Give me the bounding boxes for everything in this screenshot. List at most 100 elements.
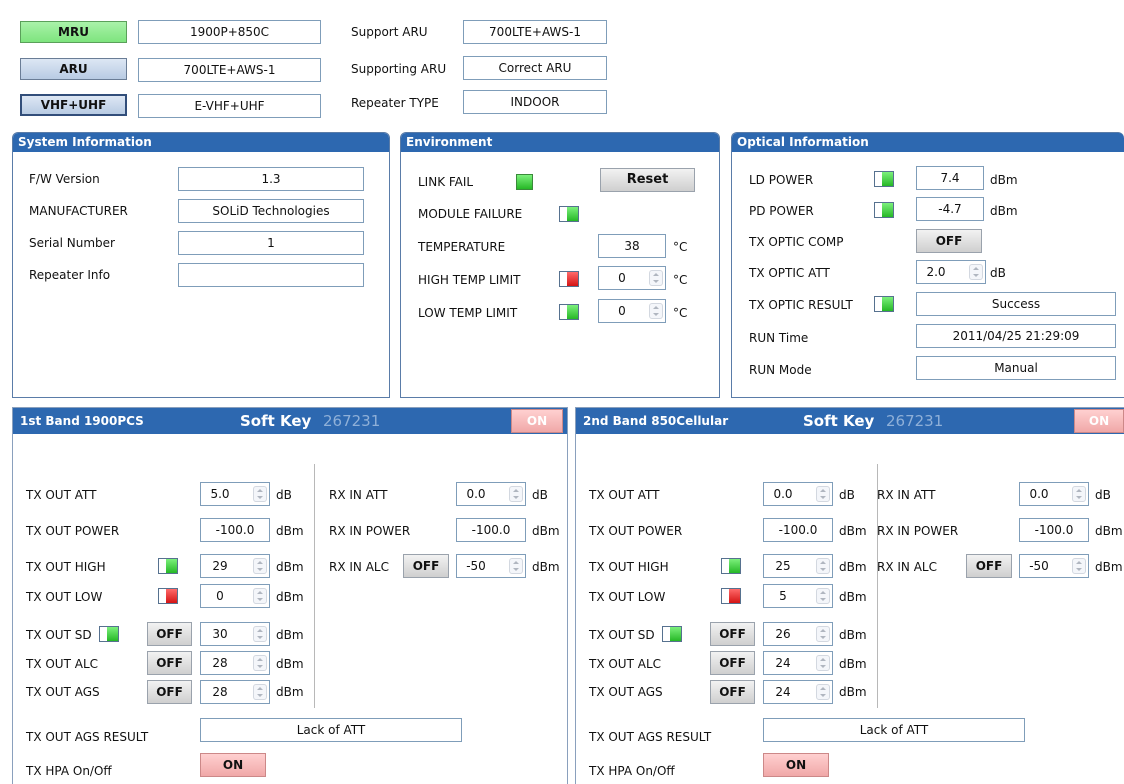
support-aru-value: 700LTE+AWS-1 — [463, 20, 607, 44]
tx-out-alc-button[interactable]: OFF — [710, 651, 755, 675]
tx-hpa-on-button[interactable]: ON — [763, 753, 829, 777]
band-2-title: 2nd Band 850Cellular — [583, 414, 729, 428]
spin-arrows-icon[interactable] — [816, 626, 830, 642]
tx-out-high-led-icon[interactable] — [721, 558, 741, 574]
repeater-type-value: INDOOR — [463, 90, 607, 114]
low-temp-led-icon[interactable] — [559, 304, 579, 320]
tx-out-sd-stepper[interactable]: 30 — [200, 622, 270, 646]
tx-optic-result-led-icon[interactable] — [874, 296, 894, 312]
spin-arrows-icon[interactable] — [253, 588, 267, 604]
temperature-unit: °C — [673, 240, 688, 254]
band-2-on-button[interactable]: ON — [1074, 409, 1124, 433]
tx-out-high-led-icon[interactable] — [158, 558, 178, 574]
vhf-uhf-button[interactable]: VHF+UHF — [20, 94, 127, 116]
rx-in-alc-unit: dBm — [532, 560, 560, 574]
rx-in-att-stepper[interactable]: 0.0 — [456, 482, 526, 506]
spin-arrows-icon[interactable] — [253, 655, 267, 671]
tx-out-ags-result-value: Lack of ATT — [763, 718, 1025, 742]
tx-out-att-stepper[interactable]: 5.0 — [200, 482, 270, 506]
tx-out-low-led-icon[interactable] — [158, 588, 178, 604]
rx-in-alc-stepper[interactable]: -50 — [1019, 554, 1089, 578]
tx-out-ags-button[interactable]: OFF — [147, 680, 192, 704]
tx-out-alc-value: 24 — [775, 656, 791, 670]
tx-out-alc-stepper[interactable]: 28 — [200, 651, 270, 675]
tx-out-att-label: TX OUT ATT — [589, 488, 660, 502]
tx-out-att-value: 5.0 — [210, 487, 230, 501]
spin-arrows-icon[interactable] — [509, 558, 523, 574]
spin-arrows-icon[interactable] — [649, 270, 663, 286]
tx-out-sd-unit: dBm — [839, 628, 867, 642]
tx-optic-att-stepper[interactable]: 2.0 — [916, 260, 986, 284]
tx-out-ags-label: TX OUT AGS — [26, 685, 100, 699]
repeater-info-value[interactable] — [178, 263, 364, 287]
low-temp-limit-label: LOW TEMP LIMIT — [418, 306, 518, 320]
spin-arrows-icon[interactable] — [816, 558, 830, 574]
spin-arrows-icon[interactable] — [816, 588, 830, 604]
tx-out-sd-button[interactable]: OFF — [147, 622, 192, 646]
tx-out-att-unit: dB — [276, 488, 292, 502]
tx-out-low-stepper[interactable]: 5 — [763, 584, 833, 608]
tx-out-alc-button[interactable]: OFF — [147, 651, 192, 675]
ld-power-led-icon[interactable] — [874, 171, 894, 187]
tx-out-low-led-icon[interactable] — [721, 588, 741, 604]
tx-out-high-stepper[interactable]: 29 — [200, 554, 270, 578]
fw-version-label: F/W Version — [29, 172, 100, 186]
tx-out-sd-label: TX OUT SD — [26, 628, 92, 642]
spin-arrows-icon[interactable] — [253, 626, 267, 642]
band-1-soft-key-value[interactable]: 267231 — [323, 412, 380, 430]
link-fail-led-icon — [516, 174, 533, 190]
high-temp-limit-stepper[interactable]: 0 — [598, 266, 666, 290]
tx-out-high-stepper[interactable]: 25 — [763, 554, 833, 578]
tx-optic-comp-button[interactable]: OFF — [916, 229, 982, 253]
tx-out-sd-led-icon[interactable] — [662, 626, 682, 642]
spin-arrows-icon[interactable] — [816, 655, 830, 671]
spin-arrows-icon[interactable] — [253, 486, 267, 502]
spin-arrows-icon[interactable] — [253, 684, 267, 700]
aru-button[interactable]: ARU — [20, 58, 127, 80]
tx-out-alc-stepper[interactable]: 24 — [763, 651, 833, 675]
tx-out-sd-led-icon[interactable] — [99, 626, 119, 642]
spin-arrows-icon[interactable] — [969, 264, 983, 280]
tx-out-att-stepper[interactable]: 0.0 — [763, 482, 833, 506]
run-time-label: RUN Time — [749, 331, 809, 345]
band-2-soft-key-value[interactable]: 267231 — [886, 412, 943, 430]
high-temp-led-icon[interactable] — [559, 271, 579, 287]
rx-in-alc-button[interactable]: OFF — [966, 554, 1012, 578]
rx-in-alc-label: RX IN ALC — [329, 560, 389, 574]
reset-button[interactable]: Reset — [600, 168, 695, 192]
tx-out-ags-result-label: TX OUT AGS RESULT — [589, 730, 712, 744]
spin-arrows-icon[interactable] — [1072, 486, 1086, 502]
low-temp-limit-stepper[interactable]: 0 — [598, 299, 666, 323]
tx-out-power-label: TX OUT POWER — [26, 524, 120, 538]
pd-power-led-icon[interactable] — [874, 202, 894, 218]
tx-out-ags-stepper[interactable]: 24 — [763, 680, 833, 704]
spin-arrows-icon[interactable] — [509, 486, 523, 502]
module-failure-led-icon — [559, 206, 579, 222]
tx-out-low-unit: dBm — [839, 590, 867, 604]
rx-in-alc-value: -50 — [466, 559, 486, 573]
rx-in-att-label: RX IN ATT — [329, 488, 388, 502]
rx-in-att-value: 0.0 — [466, 487, 486, 501]
rx-in-att-stepper[interactable]: 0.0 — [1019, 482, 1089, 506]
mru-button[interactable]: MRU — [20, 21, 127, 43]
aru-value: 700LTE+AWS-1 — [138, 58, 321, 82]
rx-in-alc-stepper[interactable]: -50 — [456, 554, 526, 578]
supporting-aru-label: Supporting ARU — [351, 62, 447, 76]
tx-out-low-stepper[interactable]: 0 — [200, 584, 270, 608]
tx-out-sd-stepper[interactable]: 26 — [763, 622, 833, 646]
spin-arrows-icon[interactable] — [649, 303, 663, 319]
band-1-title: 1st Band 1900PCS — [20, 414, 144, 428]
ld-power-unit: dBm — [990, 173, 1018, 187]
environment-title: Environment — [401, 133, 719, 152]
spin-arrows-icon[interactable] — [253, 558, 267, 574]
tx-hpa-on-button[interactable]: ON — [200, 753, 266, 777]
spin-arrows-icon[interactable] — [816, 486, 830, 502]
spin-arrows-icon[interactable] — [816, 684, 830, 700]
band-1-on-button[interactable]: ON — [511, 409, 563, 433]
tx-out-ags-button[interactable]: OFF — [710, 680, 755, 704]
tx-out-sd-button[interactable]: OFF — [710, 622, 755, 646]
rx-in-alc-button[interactable]: OFF — [403, 554, 449, 578]
tx-out-ags-unit: dBm — [839, 685, 867, 699]
spin-arrows-icon[interactable] — [1072, 558, 1086, 574]
tx-out-ags-stepper[interactable]: 28 — [200, 680, 270, 704]
